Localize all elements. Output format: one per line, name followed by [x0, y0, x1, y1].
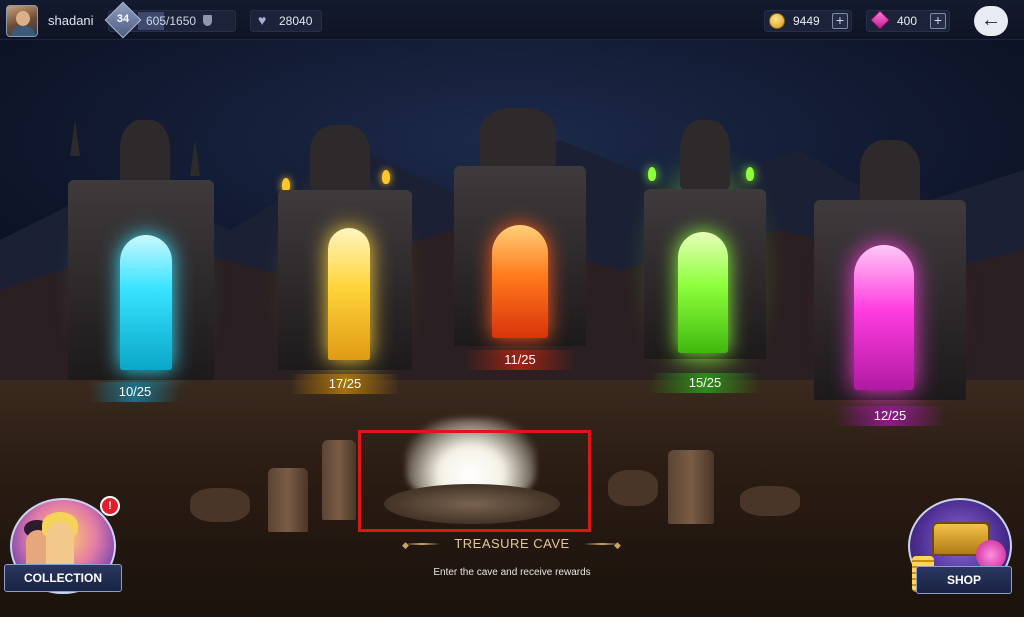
- notification-badge: !: [100, 496, 120, 516]
- cave-subtitle: Enter the cave and receive rewards: [433, 567, 591, 578]
- heart-icon: ♥: [258, 12, 267, 28]
- portal-green[interactable]: 15/25: [630, 115, 780, 400]
- rock: [608, 470, 658, 506]
- add-gems-button[interactable]: +: [930, 13, 946, 29]
- title-divider: [404, 543, 440, 545]
- coins-value: 9449: [793, 14, 820, 28]
- ruin-pillar: [668, 450, 714, 524]
- portal-yellow[interactable]: 17/25: [270, 120, 420, 410]
- shield-icon: [203, 15, 212, 26]
- portal-progress-label: 15/25: [650, 373, 760, 393]
- collection-label: COLLECTION: [4, 564, 122, 592]
- hearts-value: 28040: [279, 14, 313, 28]
- player-name: shadani: [48, 13, 94, 28]
- portal-magenta[interactable]: 12/25: [800, 140, 980, 430]
- portal-orange[interactable]: 11/25: [440, 108, 600, 378]
- portal-progress-label: 10/25: [90, 382, 180, 402]
- highlight-box: [358, 430, 591, 532]
- back-button[interactable]: ←: [974, 6, 1008, 36]
- rock: [190, 488, 250, 522]
- ornament-icon: ◆: [402, 540, 409, 550]
- cave-title: TREASURE CAVE: [454, 536, 570, 551]
- top-bar: shadani 34 605/1650 ♥ 28040 9449 + 400 +…: [0, 0, 1024, 40]
- arrow-left-icon: ←: [981, 9, 1001, 31]
- ruin-pillar: [268, 468, 308, 532]
- xp-text: 605/1650: [146, 14, 197, 28]
- rock: [740, 486, 800, 516]
- collection-button[interactable]: ! COLLECTION: [4, 492, 122, 604]
- portal-progress-label: 17/25: [290, 374, 400, 394]
- gems-value: 400: [897, 14, 918, 28]
- add-coins-button[interactable]: +: [832, 13, 848, 29]
- player-level: 34: [116, 13, 130, 25]
- player-avatar[interactable]: [6, 5, 38, 37]
- ruin-pillar: [322, 440, 356, 520]
- coin-icon: [769, 13, 785, 29]
- ornament-icon: ◆: [614, 540, 621, 550]
- portal-progress-label: 11/25: [465, 350, 575, 370]
- game-scene: 10/25 17/25 11/25 15/25 12/25 ◆ TREASURE…: [0, 0, 1024, 617]
- shop-label: SHOP: [916, 566, 1012, 594]
- shop-button[interactable]: SHOP: [904, 494, 1020, 606]
- portal-cyan[interactable]: 10/25: [60, 110, 220, 410]
- portal-progress-label: 12/25: [835, 406, 945, 426]
